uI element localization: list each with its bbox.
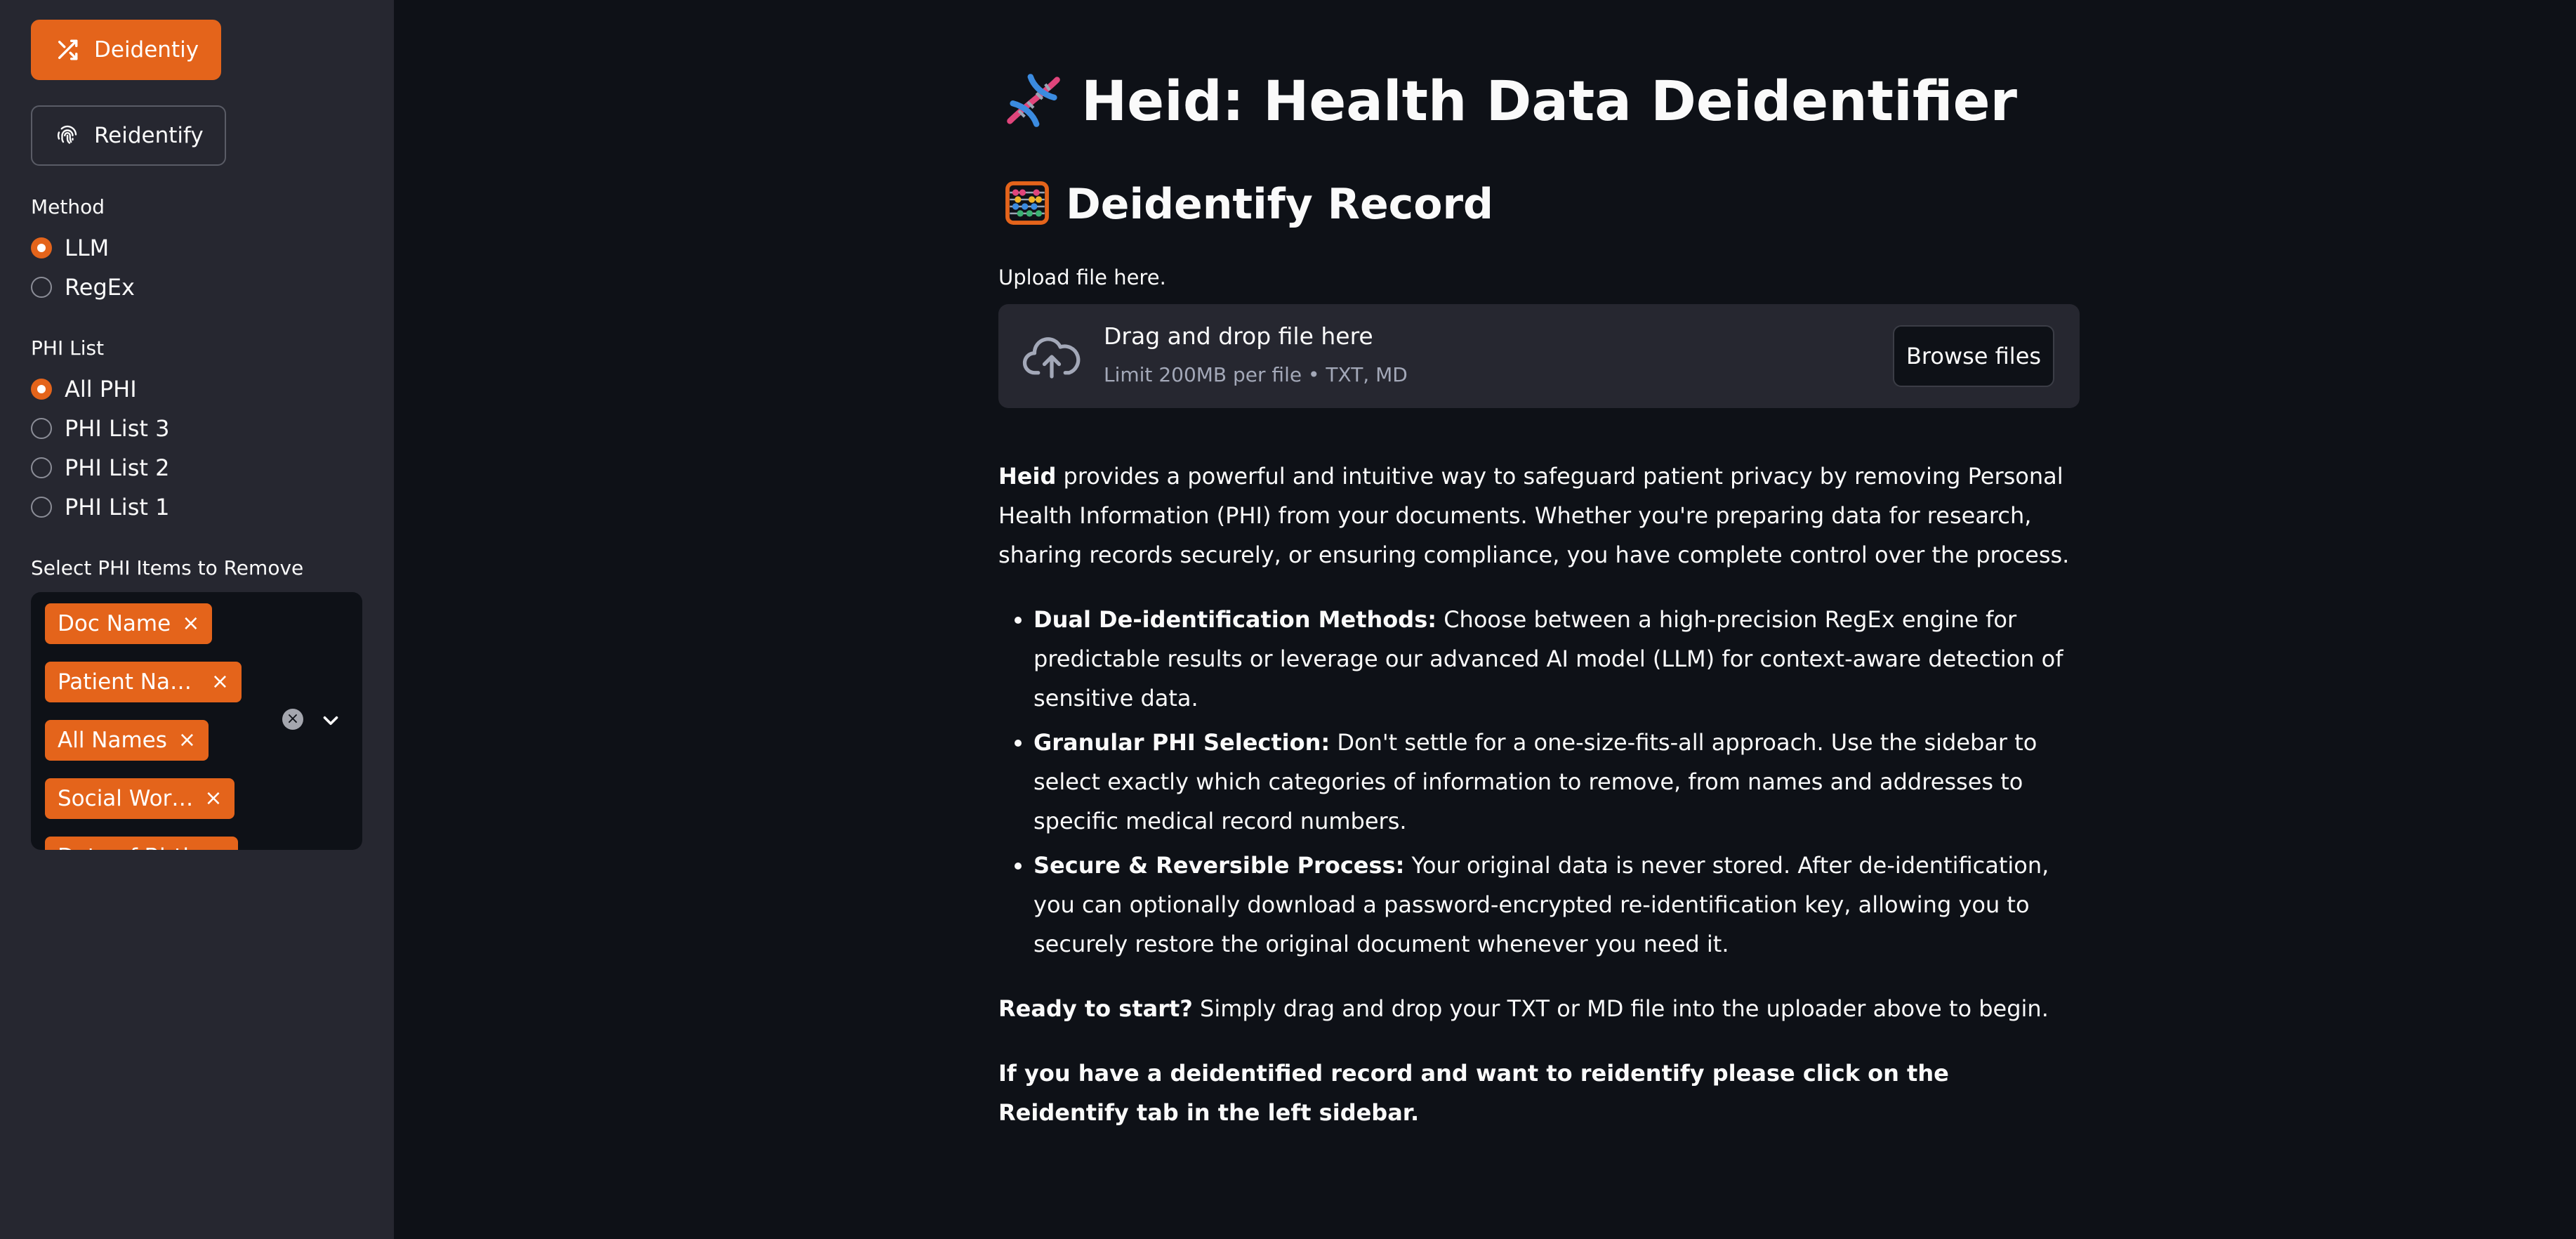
remove-tag-icon[interactable]: × [211, 671, 229, 693]
dna-icon [1004, 71, 1063, 133]
radio-label: PHI List 3 [65, 415, 170, 442]
shuffle-icon [53, 36, 81, 64]
method-option-regex[interactable]: RegEx [31, 268, 363, 307]
radio-checked-icon [31, 237, 52, 258]
tag-doc-name: Doc Name × [45, 603, 213, 644]
tag-label: Doc Name [58, 611, 171, 636]
tag-label: Patient Name [58, 669, 200, 695]
deidentify-button[interactable]: Deidentiy [31, 20, 222, 80]
clear-all-icon[interactable]: × [282, 709, 303, 730]
intro-paragraph: Heid provides a powerful and intuitive w… [998, 457, 2080, 575]
tag-label: Date of Birth [58, 844, 197, 850]
radio-label: RegEx [65, 274, 135, 301]
tag-label: All Names [58, 728, 167, 753]
section-title: Deidentify Record [1066, 180, 1493, 229]
abacus-icon [1004, 180, 1050, 229]
list-item: Granular PHI Selection: Don't settle for… [1033, 723, 2080, 841]
fingerprint-icon [53, 122, 81, 150]
remove-tag-icon[interactable]: × [204, 788, 222, 809]
ready-bold: Ready to start? [998, 995, 1193, 1022]
phi-items-multiselect[interactable]: Doc Name × Patient Name × All Names × So… [31, 592, 362, 850]
cloud-upload-icon [1022, 332, 1081, 381]
reidentify-note-text: If you have a deidentified record and wa… [998, 1060, 1949, 1126]
section-header: Deidentify Record [1004, 180, 1493, 229]
upload-label: Upload file here. [998, 266, 1166, 289]
feature-title: Dual De-identification Methods: [1033, 606, 1437, 633]
radio-checked-icon [31, 379, 52, 400]
tag-all-names: All Names × [45, 720, 209, 761]
file-dropzone[interactable]: Drag and drop file here Limit 200MB per … [998, 304, 2080, 408]
method-option-llm[interactable]: LLM [31, 228, 363, 268]
radio-label: LLM [65, 235, 110, 261]
list-item: Dual De-identification Methods: Choose b… [1033, 600, 2080, 718]
intro-bold: Heid [998, 463, 1057, 490]
tag-patient-name: Patient Name × [45, 662, 242, 702]
phi-list-option-2[interactable]: PHI List 2 [31, 448, 363, 487]
tag-social-worker: Social Wor… × [45, 778, 235, 819]
feature-title: Secure & Reversible Process: [1033, 852, 1405, 879]
remove-tag-icon[interactable]: × [182, 613, 199, 634]
page-header: Heid: Health Data Deidentifier [1004, 70, 2017, 133]
page-title: Heid: Health Data Deidentifier [1081, 70, 2017, 133]
tag-label: Social Wor… [58, 786, 194, 811]
sidebar: Deidentiy Reidentify Method LLM RegEx PH… [0, 0, 394, 1239]
phi-list-label: PHI List [31, 336, 105, 360]
intro-text: provides a powerful and intuitive way to… [998, 463, 2070, 568]
remove-tag-icon[interactable]: × [208, 846, 225, 851]
radio-unchecked-icon [31, 418, 52, 439]
phi-items-label: Select PHI Items to Remove [31, 556, 304, 579]
browse-files-button[interactable]: Browse files [1893, 325, 2054, 387]
ready-paragraph: Ready to start? Simply drag and drop you… [998, 989, 2080, 1028]
phi-list-option-all[interactable]: All PHI [31, 369, 363, 409]
remove-tag-icon[interactable]: × [178, 730, 196, 751]
description: Heid provides a powerful and intuitive w… [998, 457, 2080, 1158]
radio-unchecked-icon [31, 497, 52, 518]
ready-text: Simply drag and drop your TXT or MD file… [1192, 995, 2049, 1022]
phi-list-option-3[interactable]: PHI List 3 [31, 409, 363, 448]
reidentify-button-label: Reidentify [94, 123, 204, 148]
chevron-down-icon[interactable] [319, 709, 343, 733]
tag-date-of-birth: Date of Birth × [45, 837, 239, 851]
deidentify-button-label: Deidentiy [94, 37, 199, 63]
radio-label: PHI List 2 [65, 454, 170, 481]
list-item: Secure & Reversible Process: Your origin… [1033, 846, 2080, 964]
reidentify-button[interactable]: Reidentify [31, 105, 226, 166]
dropzone-instruction: Drag and drop file here [1104, 322, 1373, 350]
feature-title: Granular PHI Selection: [1033, 729, 1330, 756]
radio-unchecked-icon [31, 277, 52, 298]
reidentify-note: If you have a deidentified record and wa… [998, 1054, 2080, 1132]
phi-list-option-1[interactable]: PHI List 1 [31, 487, 363, 527]
dropzone-limit: Limit 200MB per file • TXT, MD [1104, 363, 1408, 386]
method-label: Method [31, 195, 105, 218]
radio-label: PHI List 1 [65, 494, 170, 520]
tag-list: Doc Name × Patient Name × All Names × So… [45, 603, 277, 850]
feature-list: Dual De-identification Methods: Choose b… [998, 600, 2080, 964]
radio-label: All PHI [65, 376, 137, 402]
radio-unchecked-icon [31, 457, 52, 478]
